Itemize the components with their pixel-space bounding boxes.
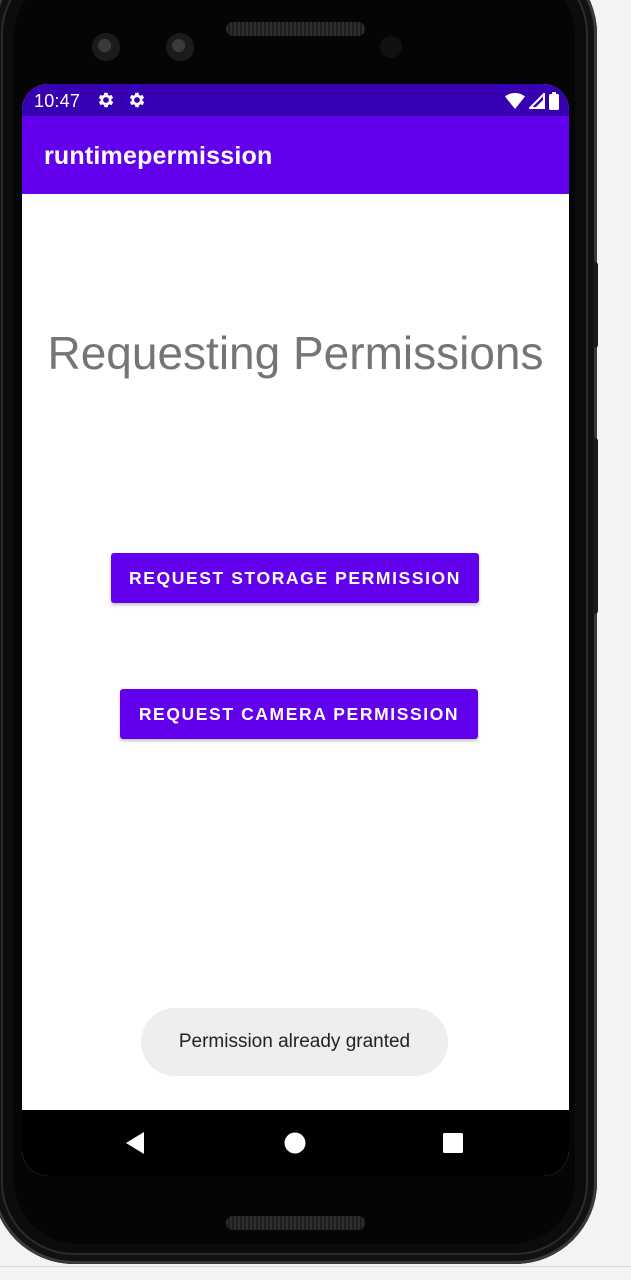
toast-message: Permission already granted [141,1008,448,1076]
status-icons [505,92,559,110]
app-title: runtimepermission [44,142,273,170]
page-heading: Requesting Permissions [47,327,544,379]
front-camera-icon [92,33,120,61]
status-time: 10:47 [34,91,81,111]
bottom-speaker [226,1216,365,1230]
earpiece-speaker [226,22,365,36]
battery-icon [549,92,559,110]
device-screen: 10:47 runtimepermission Requesting Permi… [22,84,569,1176]
power-button[interactable] [593,262,598,348]
home-icon[interactable] [282,1130,308,1156]
request-camera-permission-button[interactable]: REQUEST CAMERA PERMISSION [120,689,478,739]
request-storage-permission-button[interactable]: REQUEST STORAGE PERMISSION [111,553,479,603]
front-sensor-icon [166,33,194,61]
cell-signal-icon [529,93,545,109]
proximity-sensor-icon [380,36,402,58]
settings-gear-icon [98,92,114,108]
navigation-bar [22,1110,569,1176]
emulator-stage: 10:47 runtimepermission Requesting Permi… [0,0,631,1280]
wifi-icon [505,93,525,109]
volume-button[interactable] [593,438,598,614]
recents-icon[interactable] [440,1130,466,1156]
app-bar: runtimepermission [22,116,569,194]
window-divider [0,1266,631,1267]
status-bar: 10:47 [22,84,569,116]
back-icon[interactable] [122,1130,148,1156]
settings-gear-icon [129,92,145,108]
